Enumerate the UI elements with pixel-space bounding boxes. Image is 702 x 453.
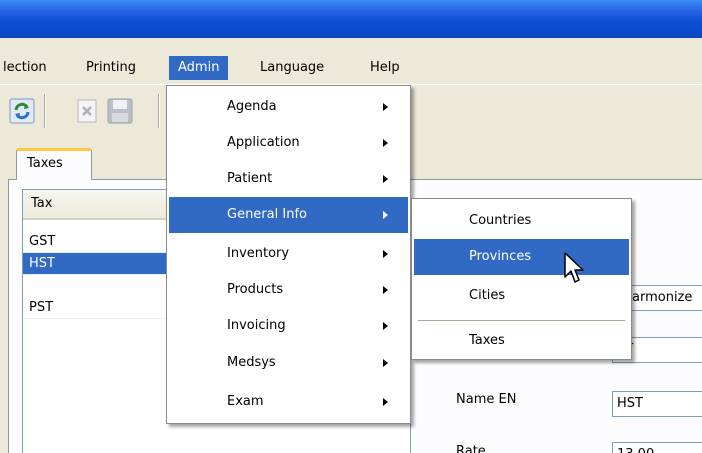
- admin-menu-label: Agenda: [227, 99, 277, 114]
- submenu-arrow-icon: [383, 359, 388, 367]
- name-en-field[interactable]: HST: [612, 391, 702, 417]
- admin-menu-label: Inventory: [227, 246, 290, 261]
- delete-button[interactable]: [72, 94, 104, 128]
- menu-help[interactable]: Help: [361, 56, 409, 80]
- admin-dropdown-menu: Agenda Application Patient General Info …: [166, 85, 411, 424]
- submenu-separator: [418, 320, 625, 321]
- admin-menu-agenda[interactable]: Agenda: [169, 89, 408, 125]
- menu-admin[interactable]: Admin: [169, 56, 229, 80]
- submenu-cities[interactable]: Cities: [414, 278, 629, 314]
- menu-selection[interactable]: lection: [0, 56, 56, 80]
- submenu-arrow-icon: [383, 286, 388, 294]
- rate-label: Rate: [456, 444, 486, 453]
- admin-menu-label: General Info: [227, 207, 307, 222]
- submenu-countries[interactable]: Countries: [414, 203, 629, 239]
- submenu-taxes[interactable]: Taxes: [414, 323, 629, 359]
- admin-menu-application[interactable]: Application: [169, 125, 408, 161]
- submenu-provinces[interactable]: Provinces: [414, 239, 629, 275]
- submenu-arrow-icon: [383, 175, 388, 183]
- refresh-button[interactable]: [6, 94, 38, 128]
- menu-printing[interactable]: Printing: [77, 56, 145, 80]
- admin-menu-label: Medsys: [227, 355, 276, 370]
- admin-menu-label: Application: [227, 135, 300, 150]
- refresh-icon: [9, 98, 35, 124]
- save-button[interactable]: [104, 94, 136, 128]
- toolbar-separator: [158, 94, 160, 128]
- submenu-arrow-icon: [383, 103, 388, 111]
- admin-menu-general-info[interactable]: General Info: [169, 197, 408, 233]
- admin-menu-label: Patient: [227, 171, 273, 186]
- admin-menu-products[interactable]: Products: [169, 272, 408, 308]
- rate-field[interactable]: 13.00: [612, 442, 702, 453]
- general-info-submenu: Countries Provinces Cities Taxes: [411, 198, 632, 360]
- admin-menu-label: Products: [227, 282, 284, 297]
- admin-menu-exam[interactable]: Exam: [169, 384, 408, 420]
- admin-menu-inventory[interactable]: Inventory: [169, 236, 408, 272]
- window-titlebar: [0, 0, 702, 38]
- delete-icon: [77, 99, 97, 123]
- submenu-arrow-icon: [383, 322, 388, 330]
- description-field[interactable]: armonize: [627, 285, 702, 311]
- tab-taxes[interactable]: Taxes: [16, 148, 92, 180]
- admin-menu-label: Invoicing: [227, 318, 286, 333]
- save-icon: [107, 98, 133, 124]
- mouse-pointer-icon: [564, 252, 584, 283]
- toolbar-separator: [44, 94, 46, 128]
- admin-menu-label: Exam: [227, 394, 264, 409]
- submenu-arrow-icon: [383, 250, 388, 258]
- submenu-arrow-icon: [383, 139, 388, 147]
- menu-language[interactable]: Language: [251, 56, 333, 80]
- submenu-arrow-icon: [383, 211, 388, 219]
- admin-menu-invoicing[interactable]: Invoicing: [169, 308, 408, 344]
- name-en-label: Name EN: [456, 392, 517, 407]
- admin-menu-medsys[interactable]: Medsys: [169, 345, 408, 381]
- admin-menu-patient[interactable]: Patient: [169, 161, 408, 197]
- submenu-arrow-icon: [383, 398, 388, 406]
